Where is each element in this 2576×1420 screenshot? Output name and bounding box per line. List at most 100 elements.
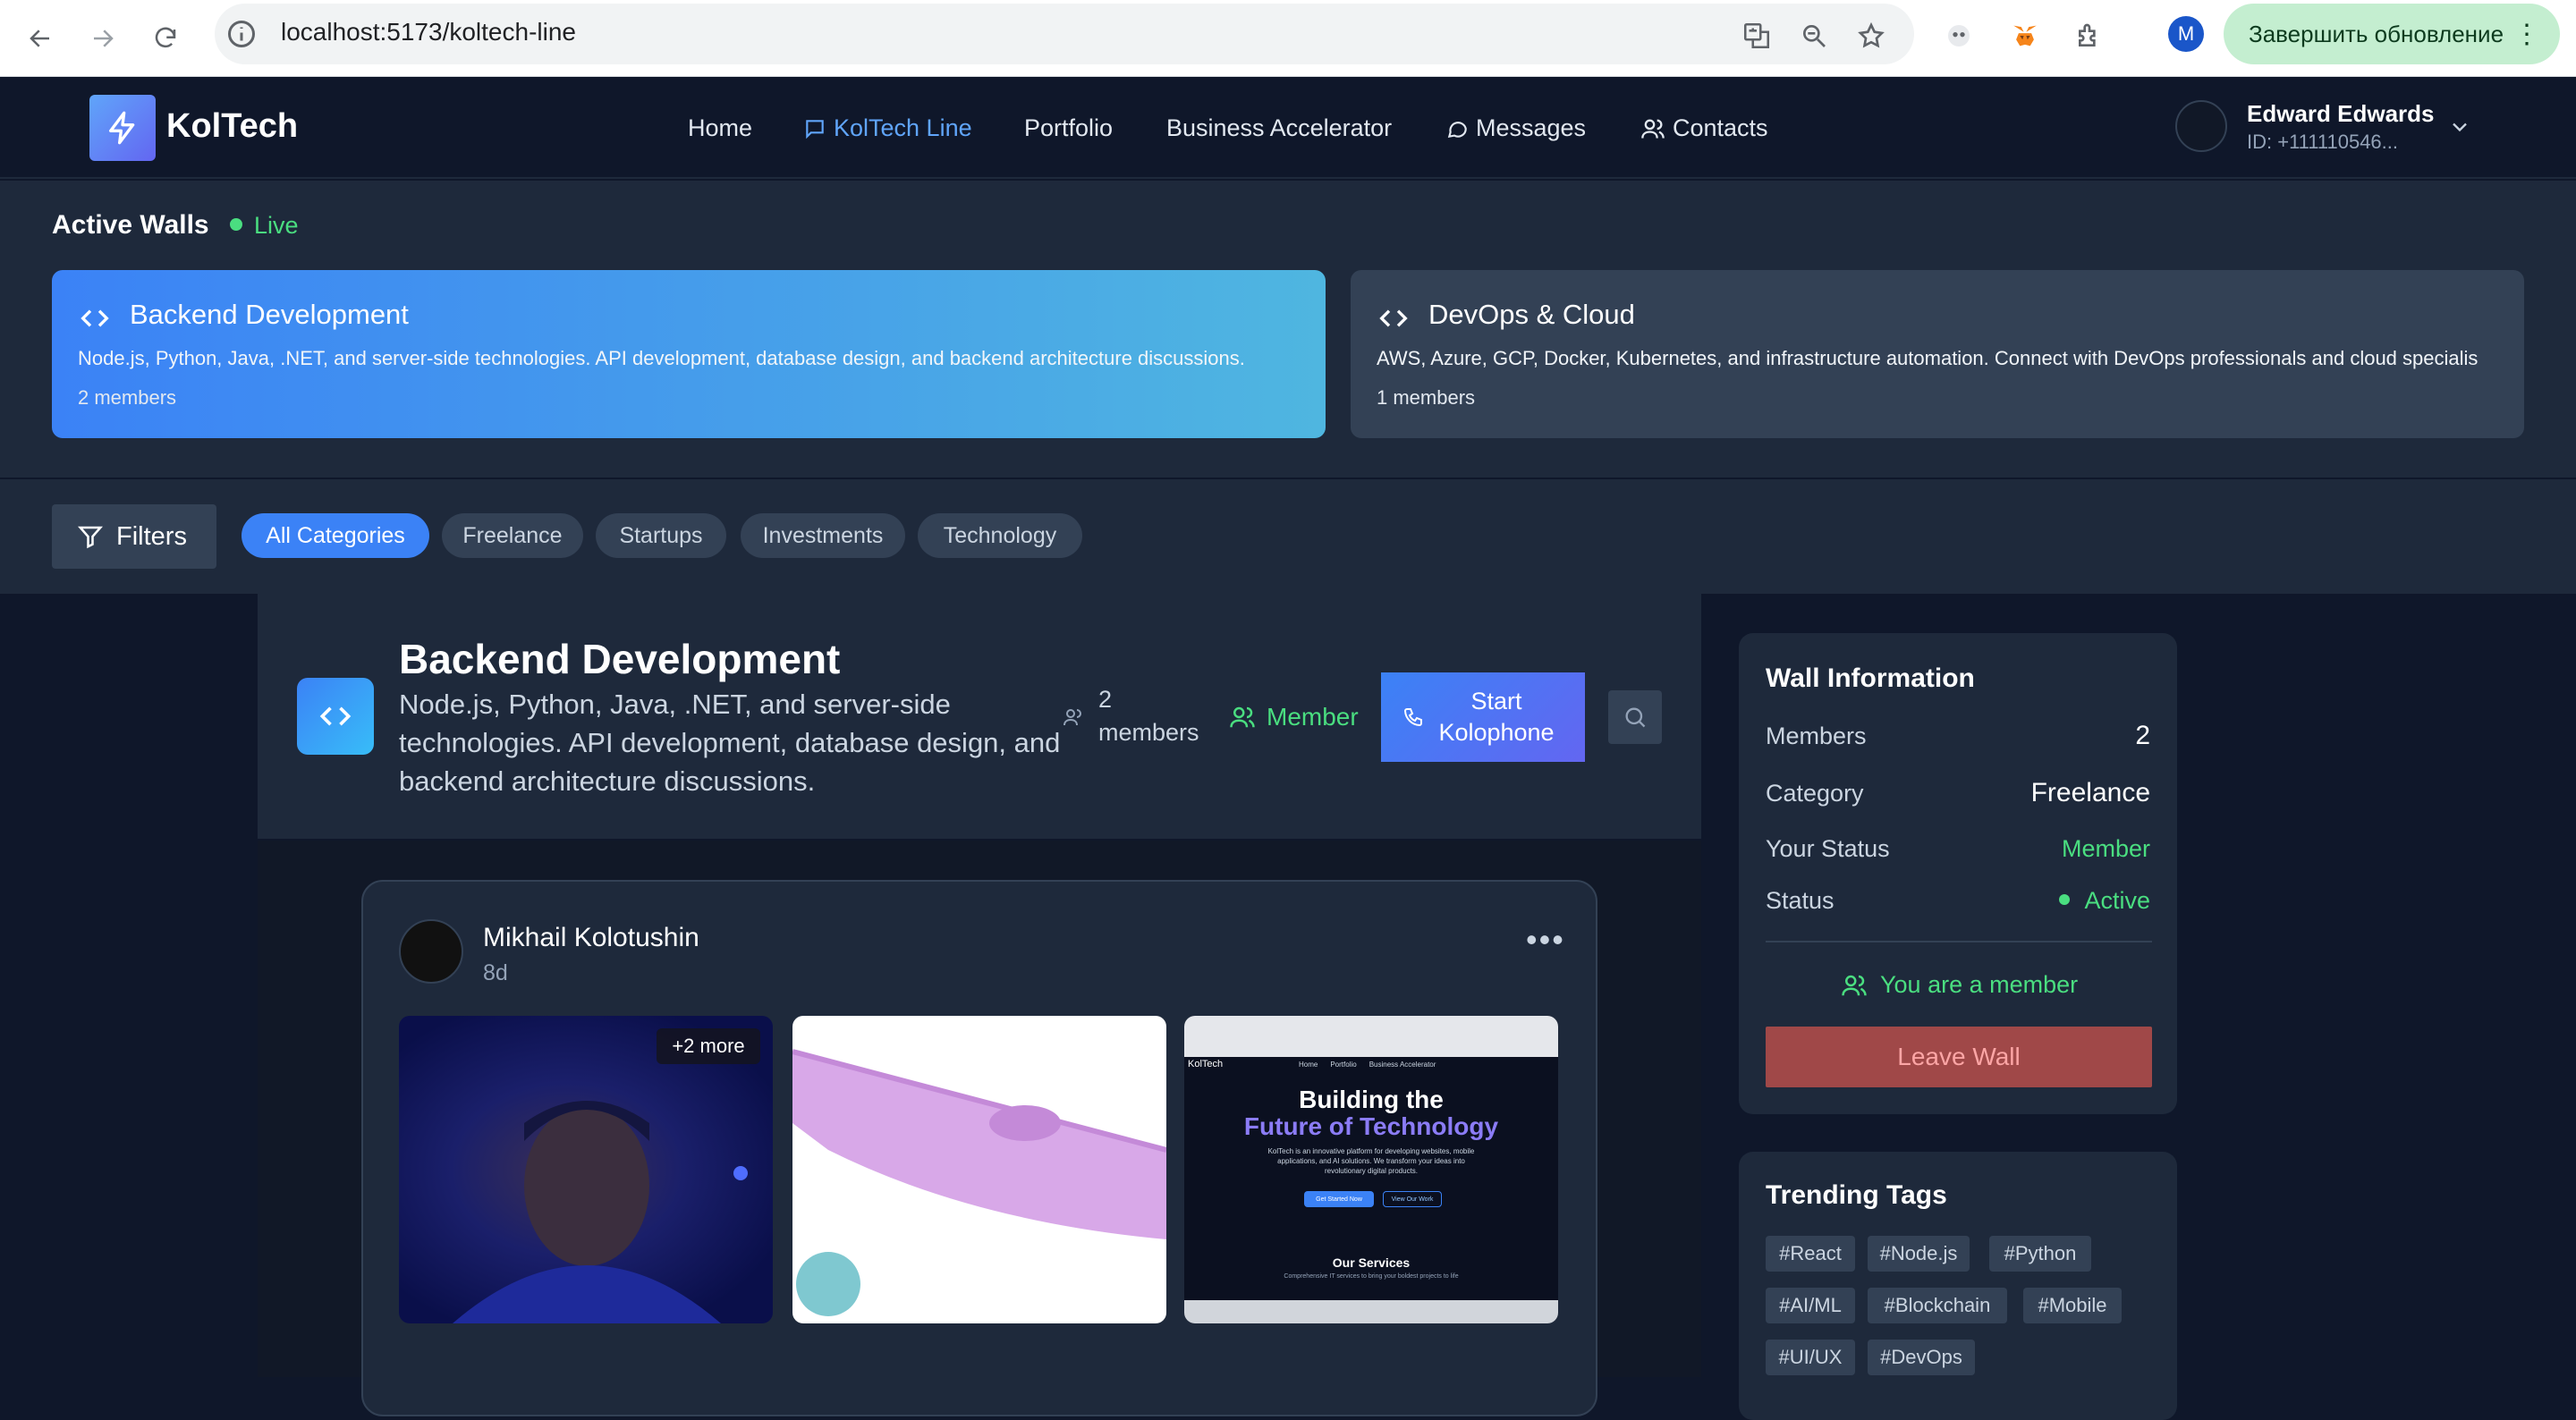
nav-label: KolTech Line [834, 114, 972, 141]
leave-wall-button[interactable]: Leave Wall [1766, 1027, 2152, 1087]
wall-card-devops[interactable]: DevOps & Cloud AWS, Azure, GCP, Docker, … [1351, 270, 2524, 438]
forward-icon[interactable] [80, 16, 125, 61]
nav-label: Business Accelerator [1166, 114, 1393, 141]
info-value-category: Freelance [2030, 778, 2150, 807]
chat-bubble-icon [806, 119, 824, 139]
wall-information-title: Wall Information [1766, 664, 1975, 693]
category-chip-all[interactable]: All Categories [242, 513, 429, 558]
url-text: localhost:5173/koltech-line [281, 18, 576, 46]
nav-portfolio[interactable]: Portfolio [1024, 114, 1113, 142]
wall-description: AWS, Azure, GCP, Docker, Kubernetes, and… [1377, 347, 2479, 369]
more-images-badge[interactable]: +2 more [657, 1028, 760, 1064]
update-label: Завершить обновление [2249, 20, 2504, 47]
nav-label: Portfolio [1024, 114, 1114, 141]
member-note: You are a member [1841, 971, 2078, 999]
lightning-logo-icon[interactable] [89, 95, 156, 161]
live-indicator-dot [230, 218, 242, 231]
tag-chip[interactable]: #React [1766, 1236, 1855, 1272]
user-avatar[interactable] [2175, 100, 2227, 152]
tag-chip[interactable]: #AI/ML [1766, 1288, 1855, 1323]
screenshot-nav-item: Business Accelerator [1368, 1061, 1436, 1069]
bookmark-star-icon[interactable] [1852, 16, 1891, 55]
member-label: Member [1267, 703, 1359, 731]
code-icon [77, 300, 113, 341]
more-options-icon[interactable]: ••• [1526, 921, 1565, 959]
start-label-1: Start [1470, 688, 1522, 714]
members-word: members [1098, 719, 1199, 746]
member-badge: Member [1229, 703, 1359, 731]
category-chip-technology[interactable]: Technology [918, 513, 1082, 558]
tag-chip[interactable]: #DevOps [1868, 1340, 1975, 1375]
screenshot-nav-item: Home [1299, 1061, 1318, 1069]
nav-messages[interactable]: Messages [1445, 114, 1586, 142]
nav-business-accelerator[interactable]: Business Accelerator [1166, 114, 1392, 142]
nav-label: Messages [1476, 114, 1587, 141]
update-browser-button[interactable]: Завершить обновление ⋮ [2224, 4, 2560, 64]
filters-button[interactable]: Filters [52, 504, 216, 569]
screenshot-nav: Home Portfolio Business Accelerator [1299, 1061, 1436, 1069]
search-icon [1625, 707, 1646, 728]
wall-description: Node.js, Python, Java, .NET, and server-… [399, 689, 1061, 797]
nav-label: Home [688, 114, 753, 141]
filter-funnel-icon [77, 526, 104, 549]
category-chip-freelance[interactable]: Freelance [442, 513, 583, 558]
translate-icon[interactable] [1737, 16, 1776, 55]
back-icon[interactable] [18, 16, 63, 61]
member-note-text: You are a member [1880, 971, 2079, 998]
wall-name: Backend Development [130, 299, 409, 330]
wall-members: 2 members [78, 386, 177, 409]
search-button[interactable] [1608, 690, 1662, 744]
zoom-icon[interactable] [1794, 16, 1834, 55]
brand-name[interactable]: KolTech [166, 107, 298, 146]
skateboard-photo [792, 1049, 1166, 1316]
info-label-status: Status [1766, 887, 1835, 914]
live-label: Live [254, 212, 299, 239]
screenshot-nav-item: Portfolio [1330, 1061, 1357, 1069]
nav-contacts[interactable]: Contacts [1640, 114, 1768, 142]
code-icon [297, 678, 374, 755]
info-value-members: 2 [2135, 721, 2150, 750]
nav-label: Contacts [1673, 114, 1768, 141]
start-label-2: Kolophone [1438, 719, 1555, 746]
category-chip-investments[interactable]: Investments [741, 513, 905, 558]
tag-chip[interactable]: #Node.js [1868, 1236, 1970, 1272]
screenshot-btn-primary: Get Started Now [1304, 1191, 1374, 1207]
info-label-category: Category [1766, 780, 1864, 807]
tag-chip[interactable]: #Blockchain [1868, 1288, 2007, 1323]
wall-name: DevOps & Cloud [1428, 299, 1635, 330]
site-info-icon[interactable] [225, 18, 261, 54]
tag-chip[interactable]: #Mobile [2023, 1288, 2122, 1323]
wall-members-count: 2 members [1064, 683, 1208, 749]
category-chip-startups[interactable]: Startups [596, 513, 726, 558]
tag-chip[interactable]: #Python [1989, 1236, 2091, 1272]
kebab-menu-icon[interactable]: ⋮ [2513, 19, 2540, 50]
users-icon [1641, 119, 1665, 139]
screenshot-brand: KolTech [1188, 1059, 1224, 1069]
nav-koltech-line[interactable]: KolTech Line [803, 114, 972, 142]
author-avatar[interactable] [399, 919, 463, 984]
screenshot-heading-1: Building the [1299, 1086, 1444, 1113]
metamask-fox-icon[interactable] [2005, 16, 2045, 55]
extensions-puzzle-icon[interactable] [2070, 16, 2109, 55]
screenshot-services-sub: Comprehensive IT services to bring your … [1284, 1273, 1459, 1280]
nav-home[interactable]: Home [688, 114, 752, 142]
chevron-down-icon[interactable] [2447, 114, 2472, 144]
post-time: 8d [483, 960, 508, 985]
info-label-your-status: Your Status [1766, 835, 1890, 862]
profile-avatar[interactable]: M [2168, 16, 2204, 52]
extension-owl-icon[interactable] [1939, 16, 1979, 55]
user-name[interactable]: Edward Edwards [2247, 100, 2435, 128]
screenshot-dock [1184, 1300, 1558, 1323]
wall-title: Backend Development [399, 636, 841, 682]
screenshot-body: KolTech is an innovative platform for de… [1267, 1147, 1475, 1175]
divider [1766, 941, 2152, 942]
screenshot-services-title: Our Services [1332, 1255, 1411, 1270]
post-image-3[interactable]: KolTech Home Portfolio Business Accelera… [1184, 1016, 1558, 1323]
post-author[interactable]: Mikhail Kolotushin [483, 923, 699, 953]
wall-card-backend[interactable]: Backend Development Node.js, Python, Jav… [52, 270, 1326, 438]
reload-icon[interactable] [143, 16, 188, 61]
info-label-members: Members [1766, 723, 1867, 749]
tag-chip[interactable]: #UI/UX [1766, 1340, 1855, 1375]
post-image-2[interactable] [792, 1016, 1166, 1323]
info-value-status: Active [2084, 887, 2150, 914]
